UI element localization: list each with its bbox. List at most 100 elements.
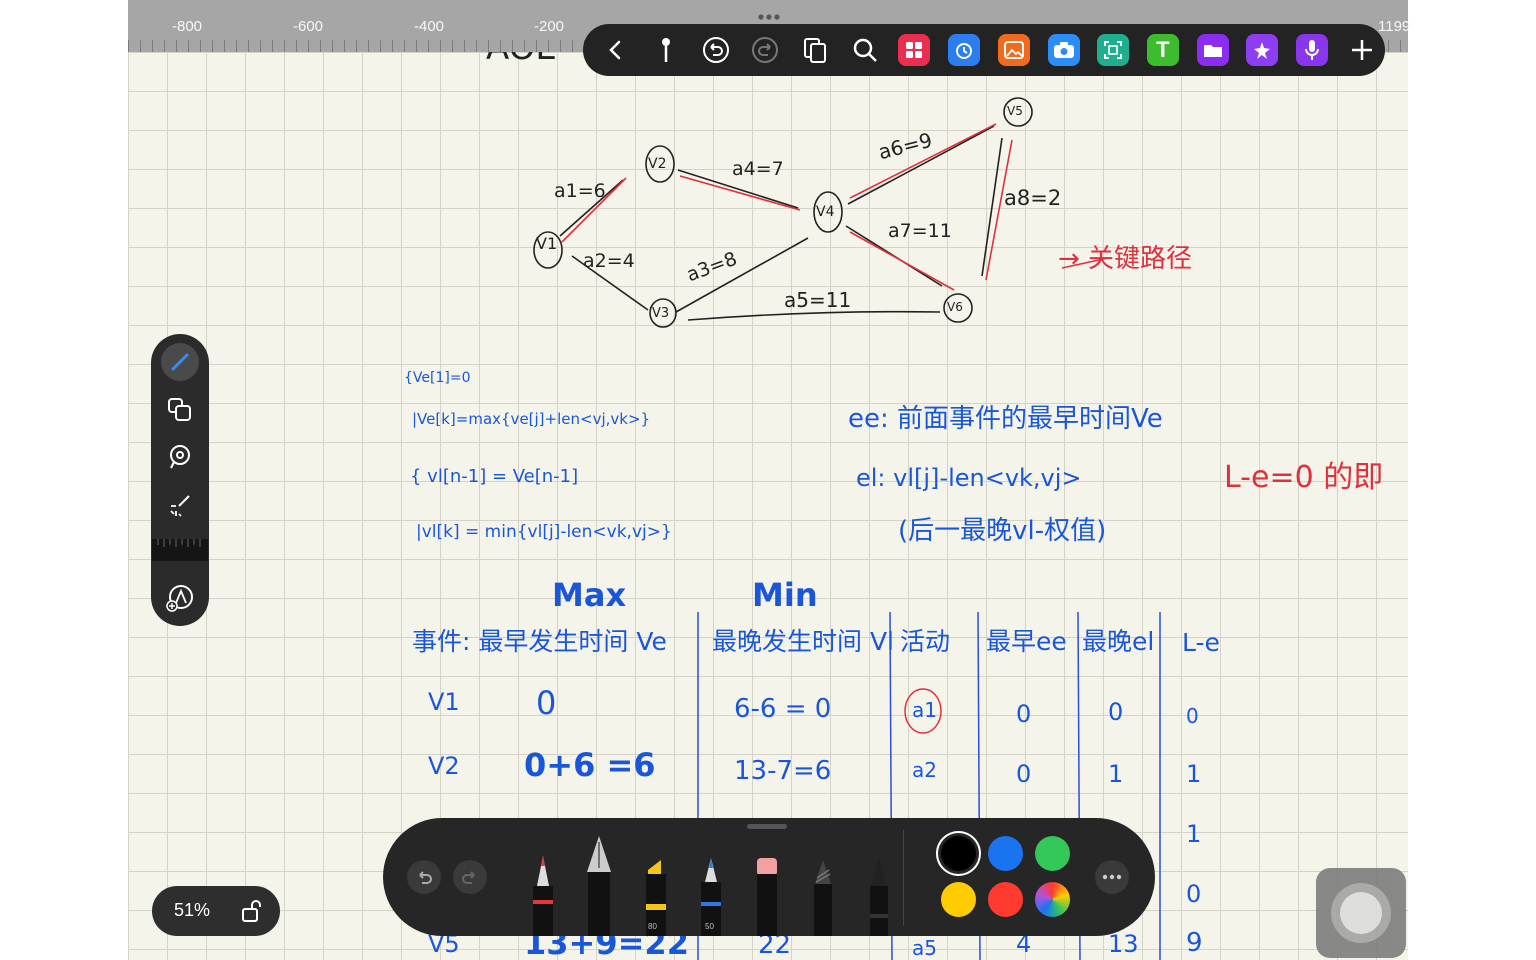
color-swatch-blue[interactable] — [988, 836, 1023, 871]
undo-circle-icon[interactable] — [692, 26, 739, 75]
edge-label-a4: a4=7 — [732, 158, 784, 180]
pencil-size: 50 — [705, 922, 714, 931]
divider — [903, 830, 904, 926]
table-header-le: L-e — [1182, 628, 1220, 657]
table-event-v2: V2 — [428, 752, 460, 780]
ruler-label: -200 — [534, 18, 565, 35]
add-icon[interactable] — [1338, 26, 1385, 75]
folder-app-icon[interactable] — [1189, 26, 1236, 75]
ruler-icon[interactable] — [152, 539, 208, 561]
table-event-v1: V1 — [428, 688, 460, 716]
table-le-row3: 1 — [1186, 820, 1202, 848]
color-swatch-green[interactable] — [1035, 836, 1070, 871]
redo-icon[interactable] — [453, 860, 487, 894]
top-toolbar: T — [583, 24, 1385, 76]
table-activity-a1: a1 — [912, 698, 937, 722]
color-swatch-black[interactable] — [941, 836, 976, 871]
eraser-icon[interactable] — [747, 854, 787, 936]
table-el-row1: 0 — [1108, 698, 1124, 726]
table-header-activity: 活动 — [900, 627, 951, 656]
edge-label-a5: a5=11 — [784, 288, 852, 312]
alarm-app-icon[interactable] — [941, 26, 988, 75]
node-label-v4: V4 — [816, 204, 835, 220]
lasso-icon[interactable] — [161, 438, 199, 476]
microphone-app-icon[interactable] — [1289, 26, 1336, 75]
formula-line-3: { vl[n-1] = Ve[n-1] — [410, 466, 579, 487]
grid-app-icon[interactable] — [891, 26, 938, 75]
table-le-row5: 9 — [1186, 928, 1203, 958]
add-shape-icon[interactable] — [161, 579, 199, 617]
note-canvas[interactable]: AOE V1 V2 V3 V4 V5 V6 a1=6 a2=4 a3=8 a4=… — [128, 0, 1408, 960]
heading-min: Min — [752, 576, 818, 614]
scan-app-icon[interactable] — [1090, 26, 1137, 75]
pin-icon[interactable] — [643, 26, 690, 75]
lock-open-icon[interactable] — [240, 899, 264, 928]
sticker-app-icon[interactable] — [1239, 26, 1286, 75]
text-app-icon[interactable]: T — [1140, 26, 1187, 75]
zoom-level: 51% — [174, 900, 211, 920]
node-label-v3: V3 — [652, 306, 670, 321]
shapes-icon[interactable] — [161, 391, 199, 429]
red-note: L-e=0 的即 — [1224, 460, 1384, 495]
table-header-vl: 最晚发生时间 Vl — [712, 627, 894, 656]
table-header-ve: 事件: 最早发生时间 Ve — [412, 627, 667, 656]
ruler-label: -400 — [414, 18, 445, 35]
edge-label-a7: a7=11 — [888, 220, 952, 242]
table-header-el: 最晚el — [1082, 627, 1155, 656]
ruler-label: -600 — [293, 18, 324, 35]
camera-app-icon[interactable] — [1040, 26, 1087, 75]
undo-icon[interactable] — [407, 860, 441, 894]
node-label-v2: V2 — [648, 156, 667, 172]
critical-path-label: → 关键路径 — [1058, 244, 1193, 274]
table-activity-a2: a2 — [912, 758, 937, 782]
table-vl-v1: 6-6 = 0 — [734, 694, 832, 724]
redo-circle-icon[interactable] — [742, 26, 789, 75]
photo-app-icon[interactable] — [991, 26, 1038, 75]
table-ee-row2: 0 — [1016, 760, 1032, 788]
search-icon[interactable] — [841, 26, 888, 75]
edge-label-a8: a8=2 — [1004, 186, 1062, 210]
heading-max: Max — [552, 576, 627, 614]
assistive-touch-button[interactable] — [1316, 868, 1406, 958]
table-el-row2: 1 — [1108, 760, 1124, 788]
table-el-row5: 13 — [1108, 930, 1139, 958]
table-ee-row1: 0 — [1016, 700, 1032, 728]
color-swatch-yellow[interactable] — [941, 882, 976, 917]
pen-tool-icon[interactable] — [161, 343, 199, 381]
back-icon[interactable] — [593, 26, 640, 75]
edge-label-a2: a2=4 — [583, 250, 635, 272]
table-le-row1: 0 — [1186, 704, 1199, 728]
assistive-dot — [1340, 892, 1382, 934]
table-le-row2: 1 — [1186, 760, 1202, 788]
ruler-pen-icon[interactable] — [859, 854, 899, 936]
definition-ee: ee: 前面事件的最早时间Ve — [848, 404, 1163, 434]
marker-pen-icon[interactable] — [523, 848, 563, 936]
formula-line-4: |vl[k] = min{vl[j]-len<vk,vj>} — [416, 522, 672, 542]
definition-el-note: (后一最晚vl-权值) — [898, 516, 1107, 546]
definition-el: el: vl[j]-len<vk,vj> — [856, 464, 1082, 492]
table-header-ee: 最早ee — [986, 627, 1067, 656]
drag-handle[interactable] — [747, 824, 787, 829]
copy-pages-icon[interactable] — [792, 26, 839, 75]
table-ve-v2: 0+6 =6 — [524, 746, 656, 784]
table-vl-v2: 13-7=6 — [734, 756, 832, 786]
table-activity-a5: a5 — [912, 936, 937, 960]
multitasking-dots-icon[interactable] — [757, 8, 781, 20]
formula-line-2: |Ve[k]=max{ve[j]+len<vj,vk>} — [412, 410, 651, 428]
zoom-indicator[interactable]: 51% — [152, 886, 280, 936]
fountain-pen-icon[interactable] — [579, 832, 619, 936]
color-picker-rainbow-icon[interactable] — [1035, 882, 1070, 917]
pen-toolbar: 80 50 — [383, 818, 1155, 936]
lasso-pen-icon[interactable] — [803, 854, 843, 936]
side-tool-palette — [151, 334, 209, 626]
highlighter-size: 80 — [648, 922, 657, 931]
ruler-label: -800 — [172, 18, 203, 35]
color-swatch-red[interactable] — [988, 882, 1023, 917]
laser-pointer-icon[interactable] — [161, 486, 199, 524]
edge-label-a1: a1=6 — [554, 180, 606, 202]
formula-line-1: {Ve[1]=0 — [404, 370, 471, 386]
more-options-icon[interactable] — [1095, 860, 1129, 894]
table-le-row4: 0 — [1186, 880, 1202, 908]
node-label-v5: V5 — [1007, 104, 1023, 118]
handwriting-layer — [533, 97, 1161, 960]
